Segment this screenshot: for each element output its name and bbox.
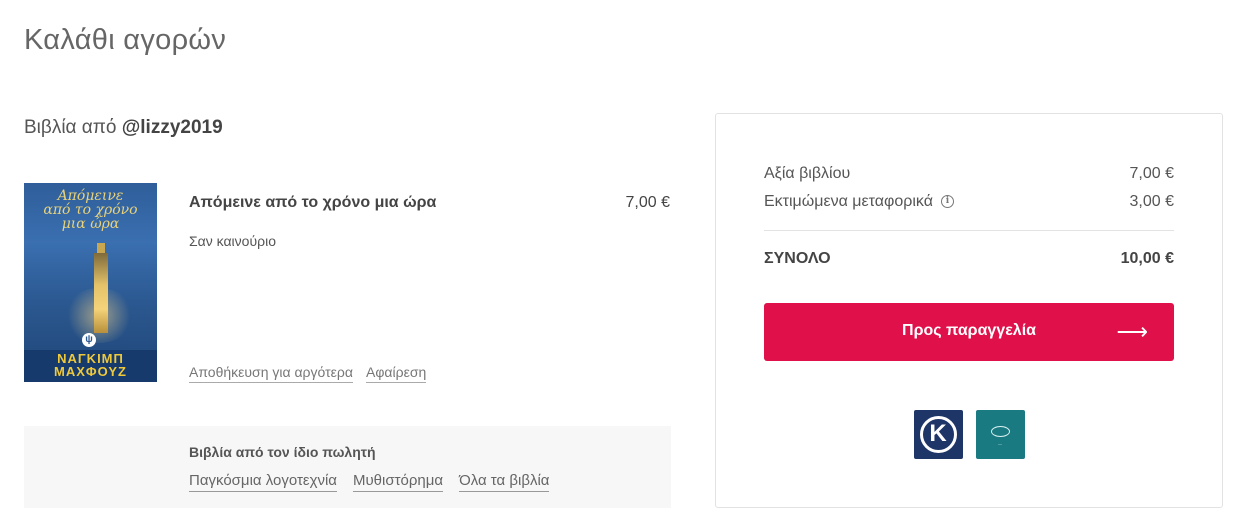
summary-divider (764, 230, 1174, 231)
alpha-bank-logo-icon: K (913, 410, 963, 459)
order-summary-panel: Αξία βιβλίου 7,00 € Εκτιμώμενα μεταφορικ… (715, 113, 1223, 508)
national-bank-logo-icon: — (975, 410, 1025, 459)
seller-handle-link[interactable]: @lizzy2019 (122, 117, 223, 138)
book-title-link[interactable]: Απόμεινε από το χρόνο μια ώρα (189, 194, 436, 212)
seller-prefix: Βιβλία από (24, 117, 117, 138)
publisher-logo-icon: ψ (82, 333, 96, 347)
shipping-row: Εκτιμώμενα μεταφορικά i 3,00 € (764, 193, 1174, 211)
book-value-label: Αξία βιβλίου (764, 165, 851, 182)
total-label: ΣΥΝΟΛΟ (764, 250, 831, 267)
cover-tower-illustration (94, 253, 108, 333)
payment-logos: K — (716, 410, 1222, 459)
same-seller-title: Βιβλία από τον ίδιο πωλητή (189, 444, 376, 460)
total-row: ΣΥΝΟΛΟ 10,00 € (764, 250, 1174, 268)
page-title: Καλάθι αγορών (24, 24, 227, 56)
category-link-world-literature[interactable]: Παγκόσμια λογοτεχνία (189, 472, 337, 492)
shipping-amount: 3,00 € (1129, 193, 1174, 210)
book-value-amount: 7,00 € (1129, 165, 1174, 182)
proceed-to-order-label: Προς παραγγελία (902, 322, 1036, 339)
total-amount: 10,00 € (1120, 250, 1174, 267)
same-seller-panel: Βιβλία από τον ίδιο πωλητή Παγκόσμια λογ… (24, 426, 671, 508)
proceed-to-order-button[interactable]: Προς παραγγελία ⟶ (764, 303, 1174, 361)
cover-title-text: Απόμεινε από το χρόνο μια ώρα (43, 188, 138, 232)
info-icon[interactable]: i (940, 195, 954, 209)
shipping-label: Εκτιμώμενα μεταφορικά (764, 193, 933, 210)
book-condition: Σαν καινούριο (189, 233, 276, 249)
book-price: 7,00 € (625, 194, 670, 211)
book-value-row: Αξία βιβλίου 7,00 € (764, 165, 1174, 183)
save-for-later-link[interactable]: Αποθήκευση για αργότερα (189, 364, 353, 383)
category-link-novel[interactable]: Μυθιστόρημα (352, 472, 444, 492)
remove-link[interactable]: Αφαίρεση (366, 364, 427, 383)
seller-heading: Βιβλία από @lizzy2019 (24, 117, 223, 139)
book-cover-image[interactable]: Απόμεινε από το χρόνο μια ώρα ψ ΝΑΓΚΙΜΠ ΜΑΧ… (24, 183, 157, 382)
cover-author-text: ΝΑΓΚΙΜΠ ΜΑΧΦΟΥΖ (54, 351, 127, 379)
category-link-all-books[interactable]: Όλα τα βιβλία (459, 472, 550, 492)
same-seller-links: Παγκόσμια λογοτεχνία Μυθιστόρημα Όλα τα … (189, 472, 550, 492)
arrow-right-icon: ⟶ (1116, 319, 1148, 344)
